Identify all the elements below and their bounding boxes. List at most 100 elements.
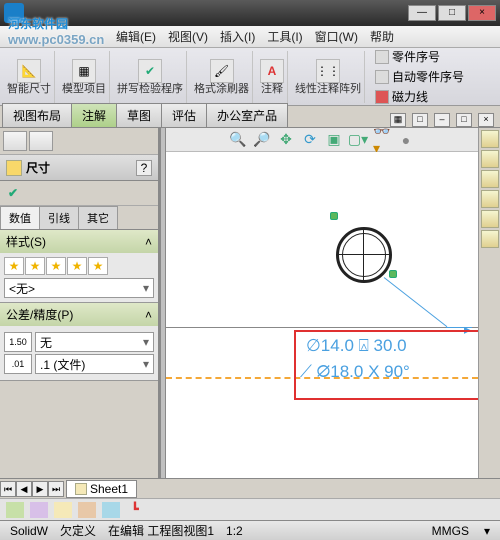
dropdown-icon: ▾ [143, 357, 149, 371]
maximize-button[interactable]: □ [438, 5, 466, 21]
status-units[interactable]: MMGS [426, 524, 475, 538]
ribbon: 📐 智能尺寸 ▦ 模型项目 ✔ 拼写检验程序 🖌 格式涂刷器 A 注释 ⋮⋮ 线… [0, 48, 500, 106]
pan-icon[interactable]: ✥ [277, 131, 295, 149]
ribbon-spellcheck[interactable]: ✔ 拼写检验程序 [114, 51, 187, 103]
linearpat-icon: ⋮⋮ [316, 59, 340, 83]
style-fav3[interactable]: ★ [46, 257, 66, 275]
style-fav2[interactable]: ★ [25, 257, 45, 275]
appearance-icon[interactable]: ● [397, 131, 415, 149]
ok-button[interactable]: ✔ [3, 184, 23, 202]
task-pane [478, 128, 500, 478]
tol-prec-select[interactable]: .1 (文件) ▾ [35, 354, 154, 374]
view-toolbar: 🔍 🔎 ✥ ⟳ ▣ ▢▾ 👓▾ ● [166, 128, 478, 152]
zoom-area-icon[interactable]: 🔎 [253, 131, 271, 149]
command-tabbar: 视图布局 注解 草图 评估 办公室产品 ▦ □ – □ × [0, 106, 500, 128]
sheet-prev-icon[interactable]: ◀ [16, 481, 32, 497]
ptab-value[interactable]: 数值 [0, 206, 40, 229]
crosshair-v [363, 230, 364, 280]
sheet-icon [75, 483, 87, 495]
menu-edit[interactable]: 编辑(E) [110, 28, 162, 45]
ribbon-autoballoon[interactable]: 自动零件序号 [372, 67, 467, 86]
sheet-next-icon[interactable]: ▶ [32, 481, 48, 497]
minimize-button[interactable]: — [408, 5, 436, 21]
viewport-max-icon[interactable]: □ [456, 113, 472, 127]
zoom-fit-icon[interactable]: 🔍 [229, 131, 247, 149]
viewport-min-icon[interactable]: – [434, 113, 450, 127]
ptab-other[interactable]: 其它 [78, 206, 118, 229]
units-dropdown-icon[interactable]: ▾ [478, 524, 496, 538]
tab-office[interactable]: 办公室产品 [206, 103, 288, 127]
sheet-last-icon[interactable]: ⏭ [48, 481, 64, 497]
statusbar: SolidW 欠定义 在编辑 工程图视图1 1:2 MMGS ▾ [0, 520, 500, 540]
taskpane-explorer-icon[interactable] [481, 170, 499, 188]
handle-point[interactable] [330, 212, 338, 220]
drawing-canvas[interactable]: ▸ ∅14.0 ⍓ 30.0 ⟋ ∅18.0 X 90° [166, 152, 478, 478]
ptab-leader[interactable]: 引线 [39, 206, 79, 229]
ribbon-note[interactable]: A 注释 [257, 51, 288, 103]
btool-3-icon[interactable] [54, 502, 72, 518]
ribbon-magline[interactable]: 磁力线 [372, 87, 467, 106]
handle-point[interactable] [389, 270, 397, 278]
ribbon-smartdim[interactable]: 📐 智能尺寸 [4, 51, 55, 103]
help-button[interactable]: ? [136, 160, 152, 176]
style-select[interactable]: <无>▾ [4, 278, 154, 298]
style-section-header[interactable]: 样式(S)˄ [0, 230, 158, 253]
balloon-label: 零件序号 [392, 48, 440, 65]
taskpane-props-icon[interactable] [481, 230, 499, 248]
dimension-title: 尺寸 [26, 159, 50, 176]
tol-type-select[interactable]: 无▾ [35, 332, 154, 352]
status-editing: 在编辑 工程图视图1 [102, 522, 220, 539]
btool-1-icon[interactable] [6, 502, 24, 518]
btool-4-icon[interactable] [78, 502, 96, 518]
section-icon[interactable]: ▣ [325, 131, 343, 149]
close-button[interactable]: × [468, 5, 496, 21]
taskpane-appearance-icon[interactable] [481, 210, 499, 228]
menu-insert[interactable]: 插入(I) [214, 28, 261, 45]
ribbon-formatpaint[interactable]: 🖌 格式涂刷器 [191, 51, 253, 103]
menu-help[interactable]: 帮助 [364, 28, 400, 45]
viewport-tile-icon[interactable]: ▦ [390, 113, 406, 127]
status-underdefined: 欠定义 [54, 522, 102, 539]
tab-evaluate[interactable]: 评估 [161, 103, 207, 127]
panel-tab2-icon[interactable] [29, 131, 53, 151]
tab-annotation[interactable]: 注解 [71, 103, 117, 127]
hole-callout-line2[interactable]: ⟋ ∅18.0 X 90° [300, 362, 410, 382]
modelitems-label: 模型项目 [62, 84, 106, 95]
tab-layout[interactable]: 视图布局 [2, 103, 72, 127]
viewport-single-icon[interactable]: □ [412, 113, 428, 127]
tolerance-section-header[interactable]: 公差/精度(P)˄ [0, 303, 158, 326]
menu-window[interactable]: 窗口(W) [309, 28, 364, 45]
style-fav5[interactable]: ★ [88, 257, 108, 275]
hide-show-icon[interactable]: 👓▾ [373, 131, 391, 149]
tab-sketch[interactable]: 草图 [116, 103, 162, 127]
tol-prec-value: .1 (文件) [40, 356, 85, 373]
menu-tools[interactable]: 工具(I) [261, 28, 308, 45]
viewport: 🔍 🔎 ✥ ⟳ ▣ ▢▾ 👓▾ ● ▸ ∅14.0 ⍓ 30.0 ⟋ ∅18.0… [166, 128, 478, 478]
hole-callout-line1[interactable]: ∅14.0 ⍓ 30.0 [306, 336, 407, 356]
ribbon-linearpat[interactable]: ⋮⋮ 线性注释阵列 [292, 51, 365, 103]
tol-prec-icon: .01 [4, 354, 32, 374]
ribbon-modelitems[interactable]: ▦ 模型项目 [59, 51, 110, 103]
rotate-icon[interactable]: ⟳ [301, 131, 319, 149]
ribbon-balloon[interactable]: 零件序号 [372, 47, 467, 66]
viewport-close-icon[interactable]: × [478, 113, 494, 127]
sheet-name: Sheet1 [90, 482, 128, 496]
btool-2-icon[interactable] [30, 502, 48, 518]
taskpane-resources-icon[interactable] [481, 130, 499, 148]
taskpane-view-icon[interactable] [481, 190, 499, 208]
menu-view[interactable]: 视图(V) [162, 28, 214, 45]
tol-type-value: 无 [40, 334, 52, 351]
taskpane-library-icon[interactable] [481, 150, 499, 168]
style-select-value: <无> [9, 280, 35, 297]
sheet-tab[interactable]: Sheet1 [66, 480, 137, 498]
display-style-icon[interactable]: ▢▾ [349, 131, 367, 149]
style-fav4[interactable]: ★ [67, 257, 87, 275]
btool-5-icon[interactable] [102, 502, 120, 518]
btool-6-icon[interactable]: ┗ [126, 502, 144, 518]
bottom-toolbar: ┗ [0, 498, 500, 520]
style-fav1[interactable]: ★ [4, 257, 24, 275]
sheet-first-icon[interactable]: ⏮ [0, 481, 16, 497]
panel-tab1-icon[interactable] [3, 131, 27, 151]
modelitems-icon: ▦ [72, 59, 96, 83]
spellcheck-label: 拼写检验程序 [117, 84, 183, 95]
